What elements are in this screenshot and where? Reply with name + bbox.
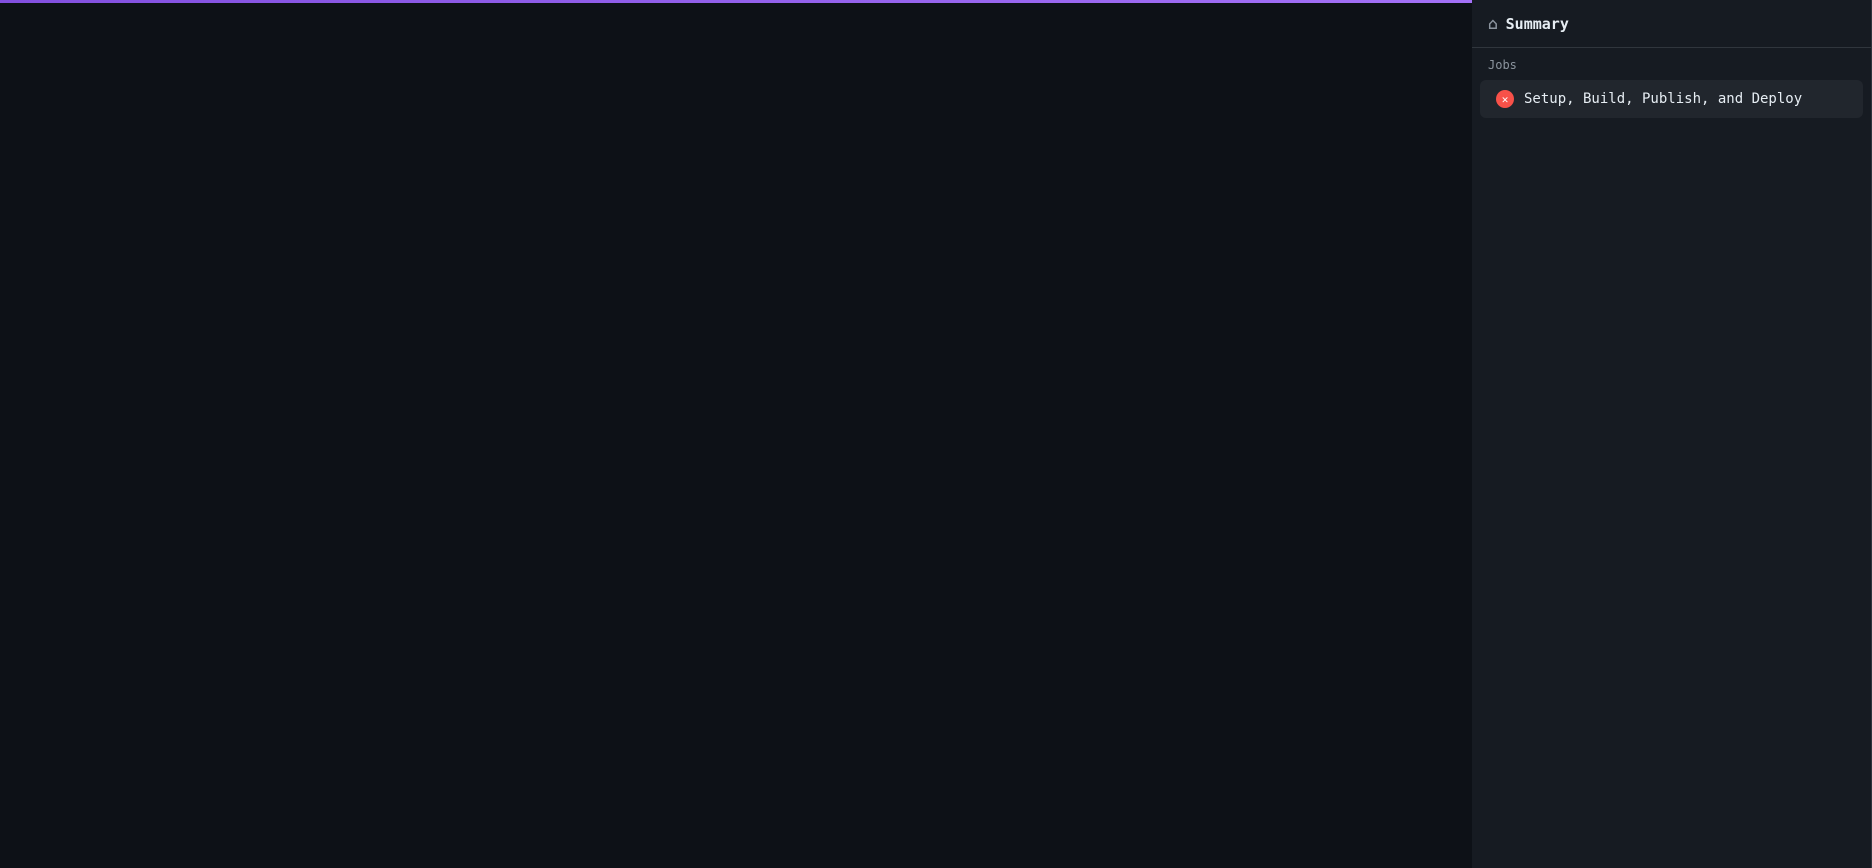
summary-nav[interactable]: ⌂ Summary — [1472, 0, 1871, 48]
sidebar-job-item[interactable]: ✕ Setup, Build, Publish, and Deploy — [1480, 80, 1863, 118]
summary-label: Summary — [1506, 15, 1569, 33]
top-progress-bar — [0, 0, 1472, 3]
jobs-section-label: Jobs — [1472, 48, 1871, 78]
sidebar: ⌂ Summary Jobs ✕ Setup, Build, Publish, … — [1472, 0, 1872, 868]
job-error-icon: ✕ — [1496, 90, 1514, 108]
job-label: Setup, Build, Publish, and Deploy — [1524, 91, 1802, 107]
home-icon: ⌂ — [1488, 14, 1498, 33]
